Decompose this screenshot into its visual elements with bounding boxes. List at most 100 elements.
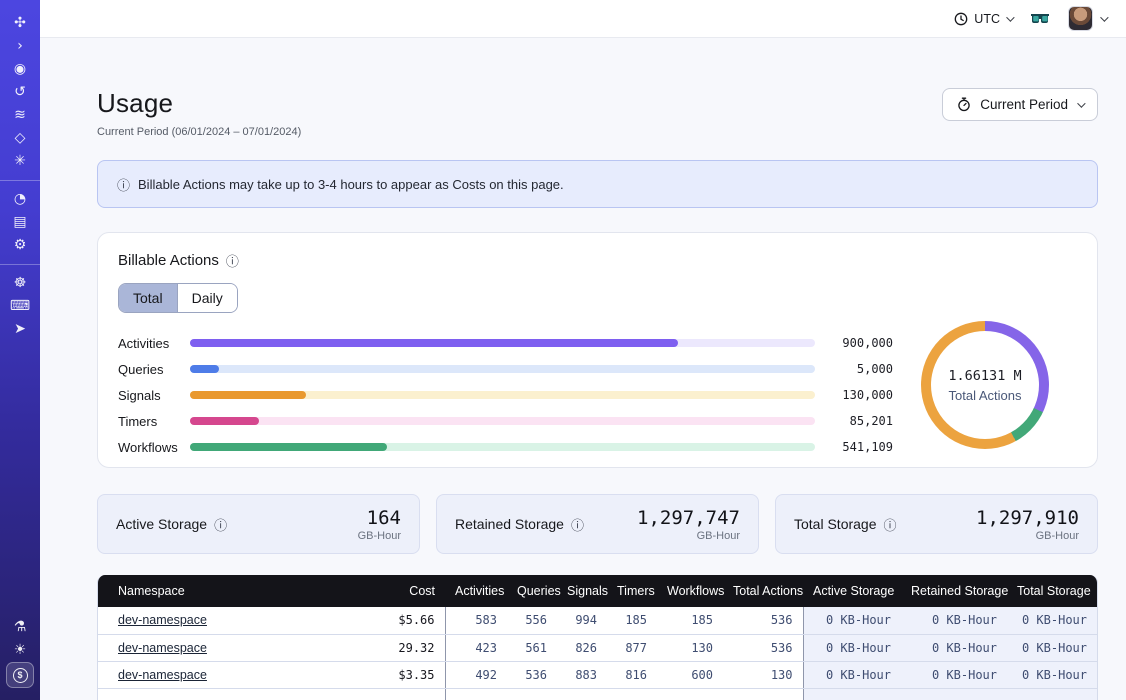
cell-signals: 994: [557, 607, 607, 634]
storage-card-unit: GB-Hour: [976, 530, 1079, 542]
cell-workflows: 600: [657, 661, 723, 688]
bar-track: [190, 391, 815, 399]
cell-activities: 583: [445, 607, 507, 634]
cell-activities: 492: [445, 661, 507, 688]
sidebar-item-usage[interactable]: ◔: [6, 188, 34, 210]
cell-active-storage: 0 KB-Hour: [803, 634, 901, 661]
topbar: UTC: [40, 0, 1126, 38]
history-icon: ↺: [14, 85, 26, 99]
chevron-down-icon: [1077, 99, 1085, 107]
sidebar-item-billing[interactable]: ▤: [6, 211, 34, 233]
active-storage-card: Active Storageⓘ 164GB-Hour: [97, 494, 420, 554]
cell-queries: 556: [507, 607, 557, 634]
sidebar-item-labs[interactable]: ⚗: [6, 616, 34, 638]
cell-timers: 877: [607, 634, 657, 661]
col-queries: Queries: [507, 575, 557, 607]
timezone-label: UTC: [974, 12, 1000, 26]
cube-icon: ◇: [15, 131, 26, 145]
bar-track: [190, 339, 815, 347]
sun-icon: ☀: [14, 643, 27, 657]
gear-icon: ⚙: [14, 238, 27, 252]
cell-total-storage: 0 KB-Hour: [1007, 634, 1097, 661]
sidebar-item-getting-started[interactable]: ➤: [6, 318, 34, 340]
cell-timers: 185: [607, 607, 657, 634]
cell-retained-storage: 0 KB-Hour: [901, 661, 1007, 688]
table-row-partial: [98, 688, 1097, 700]
sidebar-item-support[interactable]: ☸: [6, 272, 34, 294]
sidebar-item-namespaces[interactable]: ◇: [6, 127, 34, 149]
bar-label: Signals: [118, 388, 190, 403]
chevron-down-icon: [1006, 13, 1014, 21]
account-menu[interactable]: [1068, 6, 1106, 31]
col-total-storage: Total Storage: [1007, 575, 1097, 607]
sidebar-item-home[interactable]: ✣: [6, 12, 34, 34]
storage-card-value: 164: [358, 507, 401, 529]
sidebar-item-cli[interactable]: ⌨: [6, 295, 34, 317]
total-actions-caption: Total Actions: [949, 388, 1022, 403]
glasses-icon[interactable]: [1030, 13, 1050, 25]
sidebar-item-history[interactable]: ↺: [6, 81, 34, 103]
temporal-logo-icon: ✣: [14, 16, 26, 30]
total-storage-card: Total Storageⓘ 1,297,910GB-Hour: [775, 494, 1098, 554]
cell-active-storage: 0 KB-Hour: [803, 607, 901, 634]
bar-value: 541,109: [815, 440, 893, 454]
info-icon[interactable]: ⓘ: [214, 515, 227, 534]
bar-fill: [190, 391, 306, 399]
table-header-row: Namespace Cost Activities Queries Signal…: [98, 575, 1097, 607]
info-icon[interactable]: ⓘ: [571, 515, 584, 534]
sidebar-item-overview[interactable]: ◉: [6, 58, 34, 80]
namespace-link[interactable]: dev-namespace: [118, 613, 207, 627]
stopwatch-icon: [957, 97, 971, 112]
cell-retained-storage: 0 KB-Hour: [901, 607, 1007, 634]
billable-bar-chart: Activities 900,000 Queries 5,000: [118, 330, 893, 460]
bar-value: 900,000: [815, 336, 893, 350]
sidebar-item-settings[interactable]: ⚙: [6, 234, 34, 256]
namespace-link[interactable]: dev-namespace: [118, 668, 207, 682]
sidebar: ✣ › ◉ ↺ ≋ ◇ ✳ ◔ ▤ ⚙ ☸ ⌨ ➤ ⚗ ☀ $: [0, 0, 40, 700]
timezone-selector[interactable]: UTC: [954, 12, 1012, 26]
namespace-link[interactable]: dev-namespace: [118, 641, 207, 655]
bar-value: 130,000: [815, 388, 893, 402]
col-cost: Cost: [373, 575, 445, 607]
sidebar-divider: [0, 264, 40, 265]
sidebar-collapse[interactable]: ›: [6, 35, 34, 57]
bar-row-activities: Activities 900,000: [118, 330, 893, 356]
sidebar-item-theme[interactable]: ☀: [6, 639, 34, 661]
page-header: Usage Current Period (06/01/2024 – 07/01…: [97, 88, 1098, 138]
tab-total[interactable]: Total: [119, 284, 177, 312]
period-dropdown-button[interactable]: Current Period: [942, 88, 1098, 121]
bar-fill: [190, 365, 219, 373]
rocket-icon: ➤: [14, 322, 26, 336]
layers-icon: ≋: [14, 108, 26, 122]
period-dropdown-label: Current Period: [980, 97, 1068, 112]
info-icon[interactable]: ⓘ: [884, 515, 897, 534]
storage-card-label: Active Storage: [116, 516, 207, 532]
bar-fill: [190, 339, 678, 347]
col-active-storage: Active Storage: [803, 575, 901, 607]
sidebar-item-usage-active[interactable]: $: [6, 662, 34, 688]
cell-total-actions: 130: [723, 661, 803, 688]
eye-icon: ◉: [14, 62, 26, 76]
card-icon: ▤: [13, 215, 26, 229]
bar-label: Timers: [118, 414, 190, 429]
avatar: [1068, 6, 1093, 31]
lifebuoy-icon: ☸: [14, 276, 27, 290]
donut-area: 1.66131 M Total Actions: [893, 251, 1077, 451]
cell-active-storage: 0 KB-Hour: [803, 661, 901, 688]
storage-card-unit: GB-Hour: [637, 530, 740, 542]
cell-workflows: 185: [657, 607, 723, 634]
cell-retained-storage: 0 KB-Hour: [901, 634, 1007, 661]
info-icon[interactable]: ⓘ: [226, 251, 239, 270]
cell-total-storage: 0 KB-Hour: [1007, 661, 1097, 688]
info-banner-text: Billable Actions may take up to 3-4 hour…: [138, 177, 564, 192]
gauge-icon: ◔: [14, 192, 26, 206]
col-retained-storage: Retained Storage: [901, 575, 1007, 607]
sidebar-item-actions[interactable]: ✳: [6, 150, 34, 172]
cell-activities: 423: [445, 634, 507, 661]
sidebar-divider: [0, 180, 40, 181]
page-subtitle: Current Period (06/01/2024 – 07/01/2024): [97, 126, 301, 138]
col-signals: Signals: [557, 575, 607, 607]
tab-daily[interactable]: Daily: [177, 284, 237, 312]
sidebar-item-layers[interactable]: ≋: [6, 104, 34, 126]
terminal-icon: ⌨: [10, 299, 30, 313]
